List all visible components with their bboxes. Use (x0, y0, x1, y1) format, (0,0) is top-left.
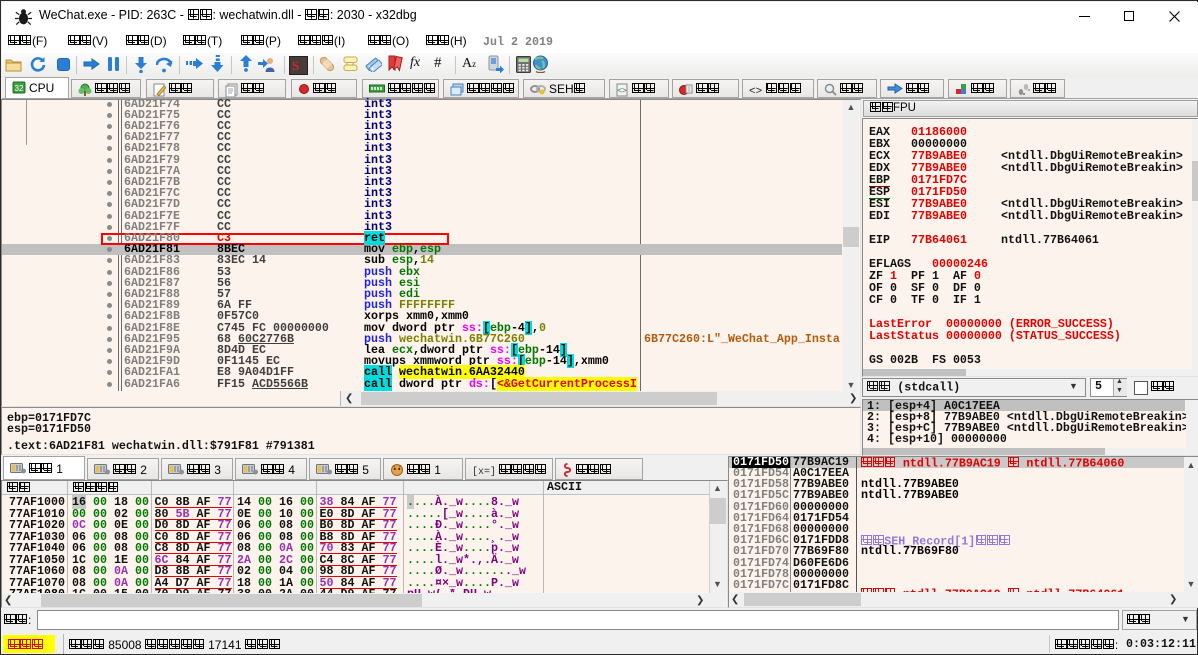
svg-text:32: 32 (15, 84, 24, 93)
svg-text:<>: <> (617, 86, 627, 95)
